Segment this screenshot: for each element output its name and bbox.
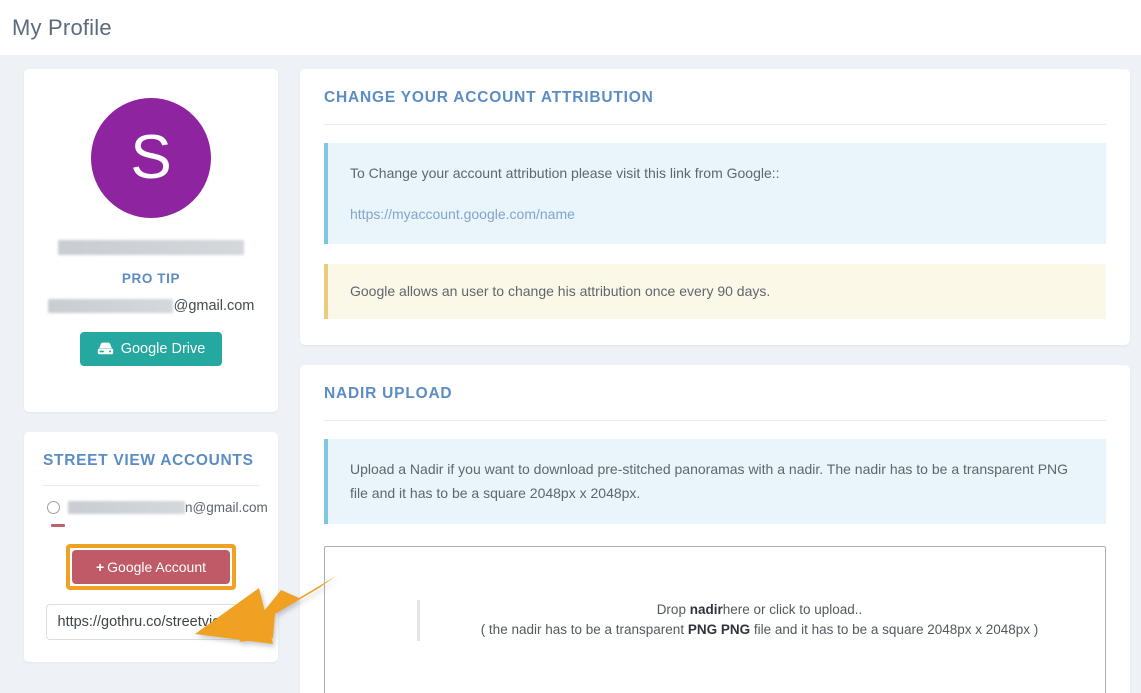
plus-icon: + [95, 559, 105, 575]
left-column: S PRO TIP @gmail.com Google Drive STREET… [24, 69, 336, 662]
divider [43, 485, 259, 486]
google-drive-button[interactable]: Google Drive [79, 332, 223, 366]
attribution-warning-alert: Google allows an user to change his attr… [324, 264, 1106, 319]
account-radio-button[interactable] [47, 501, 60, 514]
attribution-info-text: To Change your account attribution pleas… [350, 165, 780, 181]
street-view-account-row[interactable]: n@gmail.com [43, 500, 268, 515]
attribution-info-alert: To Change your account attribution pleas… [324, 143, 1106, 244]
page-header: My Profile [0, 0, 1141, 55]
dropzone-line1-pre: Drop [656, 601, 690, 617]
account-attribution-panel: CHANGE YOUR ACCOUNT ATTRIBUTION To Chang… [300, 69, 1130, 345]
dropzone-line2-pre: ( the nadir has to be a transparent [480, 622, 688, 638]
dropzone-line1-bold: nadir [689, 601, 723, 617]
add-google-account-button[interactable]: + Google Account [72, 550, 230, 584]
account-email-suffix: n@gmail.com [185, 500, 268, 515]
profile-card: S PRO TIP @gmail.com Google Drive [24, 69, 278, 412]
page-title: My Profile [12, 14, 112, 40]
redaction-block [47, 299, 173, 313]
nadir-upload-panel: NADIR UPLOAD Upload a Nadir if you want … [300, 364, 1130, 693]
nadir-dropzone[interactable]: Drop nadirhere or click to upload.. ( th… [324, 545, 1106, 693]
add-google-account-label: Google Account [107, 559, 207, 575]
right-column: CHANGE YOUR ACCOUNT ATTRIBUTION To Chang… [300, 69, 1130, 693]
google-drive-button-label: Google Drive [120, 341, 206, 357]
hdd-icon [97, 342, 114, 356]
street-view-accounts-heading: STREET VIEW ACCOUNTS [43, 452, 254, 469]
account-email: n@gmail.com [68, 500, 268, 515]
nadir-info-alert: Upload a Nadir if you want to download p… [324, 438, 1106, 524]
dropzone-line2-post: file and it has to be a square 2048px x … [750, 622, 1039, 638]
dropzone-line2-bold: PNG PNG [687, 622, 751, 638]
content-area: S PRO TIP @gmail.com Google Drive STREET… [0, 55, 1141, 693]
profile-email-suffix: @gmail.com [173, 298, 255, 314]
nadir-dropzone-text: Drop nadirhere or click to upload.. ( th… [417, 599, 1085, 642]
divider [324, 124, 1106, 125]
nadir-info-text: Upload a Nadir if you want to download p… [350, 460, 1069, 502]
street-view-url-input[interactable] [45, 604, 257, 640]
dropzone-line-1: Drop nadirhere or click to upload.. [434, 600, 1085, 621]
redaction-block [58, 240, 244, 255]
avatar: S [91, 98, 211, 218]
pro-tip-label: PRO TIP [121, 271, 181, 286]
divider [324, 419, 1106, 421]
redaction-block [68, 501, 185, 514]
nadir-upload-heading: NADIR UPLOAD [324, 384, 453, 402]
dropzone-line-2: ( the nadir has to be a transparent PNG … [434, 620, 1085, 641]
street-view-accounts-card: STREET VIEW ACCOUNTS n@gmail.com + Google… [24, 432, 278, 662]
remove-account-icon[interactable] [51, 524, 65, 527]
myaccount-google-link[interactable]: https://myaccount.google.com/name [350, 202, 1084, 227]
user-name-redacted [42, 240, 260, 257]
add-google-account-highlight: + Google Account [66, 544, 236, 590]
profile-email: @gmail.com [42, 298, 260, 314]
account-attribution-heading: CHANGE YOUR ACCOUNT ATTRIBUTION [324, 89, 654, 106]
attribution-warning-text: Google allows an user to change his attr… [350, 283, 771, 299]
dropzone-line1-post: here or click to upload.. [722, 601, 863, 617]
